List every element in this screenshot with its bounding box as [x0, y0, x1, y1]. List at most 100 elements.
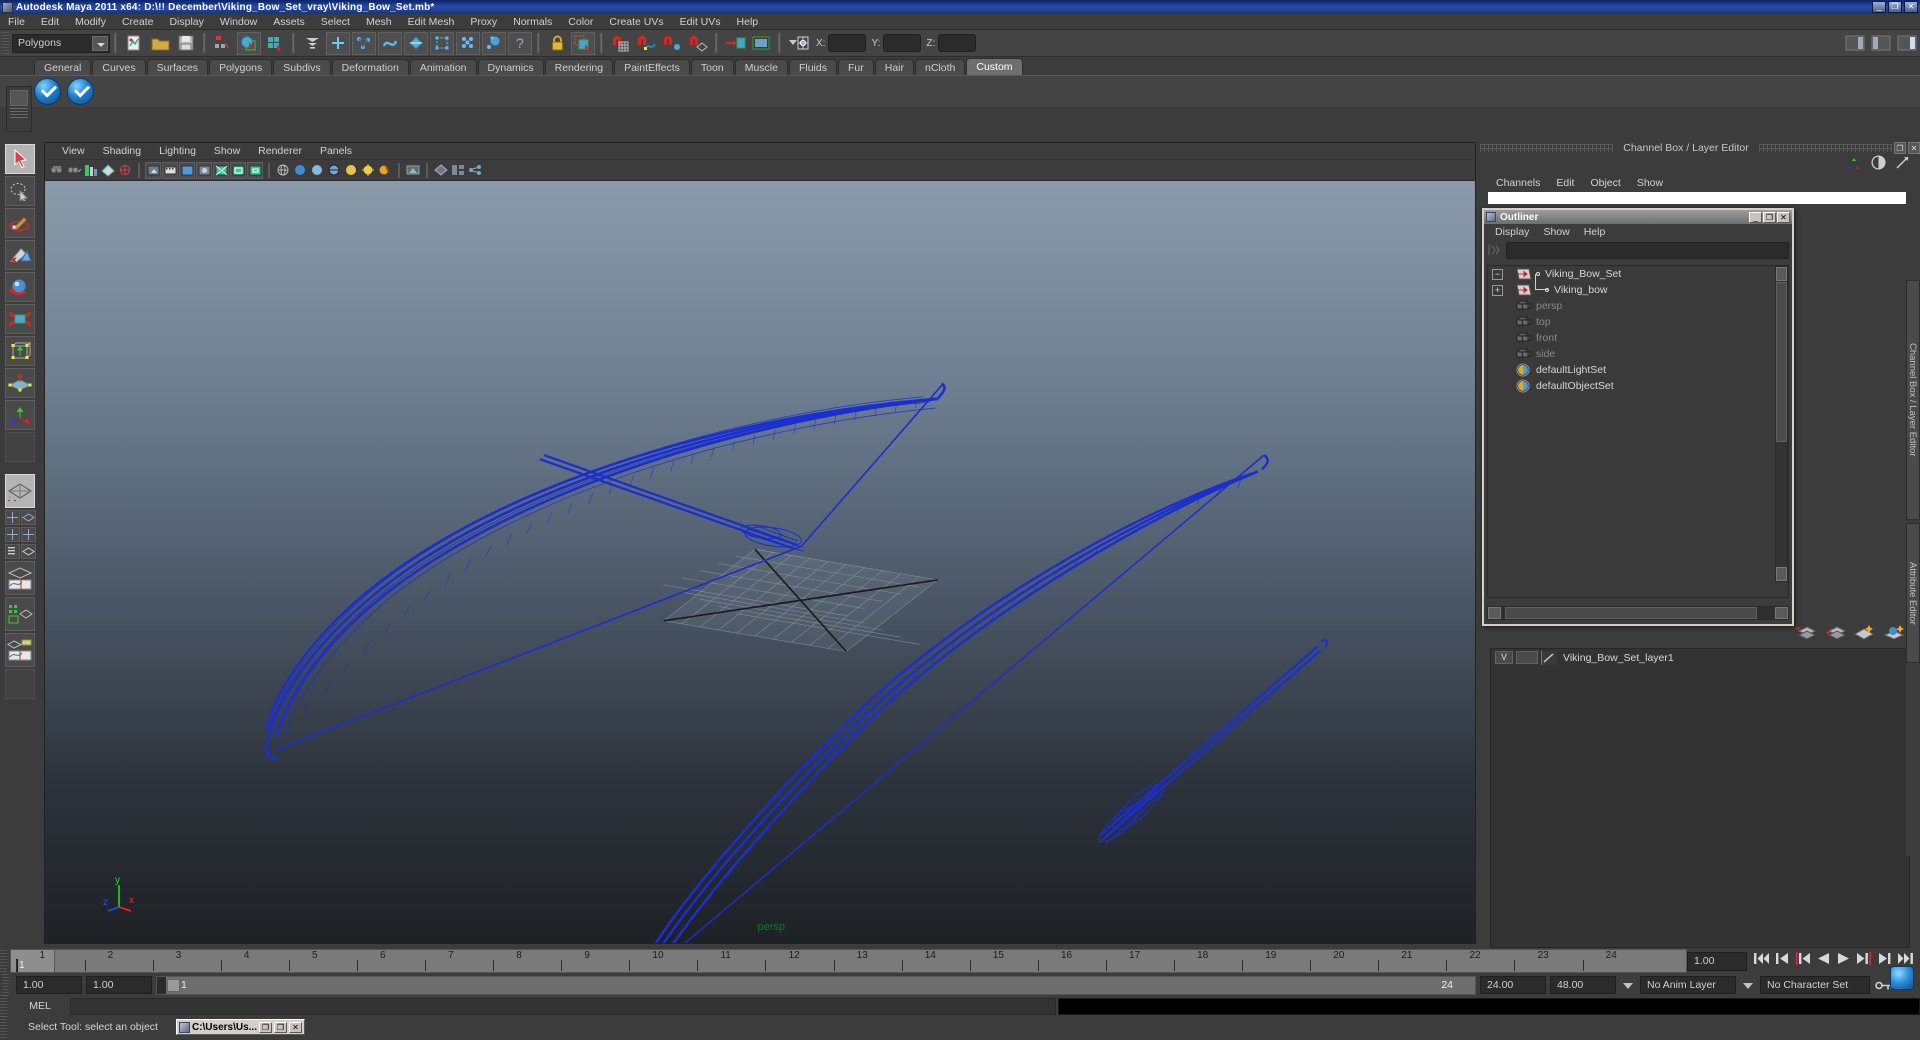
persp-graph-editor-layout[interactable] — [5, 561, 35, 595]
outliner-row-viking-bow[interactable]: + Viking_bow — [1488, 274, 1788, 298]
shelf-tab-animation[interactable]: Animation — [409, 59, 477, 75]
channel-menu-show[interactable]: Show — [1629, 177, 1671, 189]
channel-box-icon[interactable] — [1871, 155, 1886, 175]
viewport-3d-canvas[interactable]: y x z persp — [45, 181, 1475, 943]
resolution-gate-icon[interactable] — [179, 161, 195, 179]
shelf-tab-fluids[interactable]: Fluids — [788, 59, 837, 75]
outliner-search-input[interactable] — [1506, 241, 1789, 259]
snap-to-nothing-icon[interactable] — [571, 31, 595, 55]
outliner-row-viking-bow-set[interactable]: − Viking_Bow_Set — [1488, 266, 1788, 282]
anim-layer-dropdown-icon[interactable] — [1620, 977, 1636, 994]
outliner-expander[interactable]: − — [1492, 268, 1503, 280]
scroll-left-arrow-icon[interactable] — [1488, 607, 1501, 619]
layer-visibility-toggle[interactable]: V — [1495, 651, 1513, 664]
xray-icon[interactable] — [405, 162, 421, 179]
layer-name[interactable]: Viking_Bow_Set_layer1 — [1563, 652, 1674, 664]
select-mask-all-icon[interactable] — [300, 32, 324, 55]
shadows-icon[interactable] — [377, 162, 393, 179]
range-drag-handle[interactable] — [167, 978, 180, 992]
safe-action-icon[interactable] — [230, 161, 246, 179]
outliner-horizontal-scrollbar[interactable] — [1487, 606, 1789, 620]
select-subdivs-icon[interactable] — [430, 31, 454, 55]
coord-y-field[interactable] — [883, 34, 922, 52]
select-particles-icon[interactable] — [456, 31, 480, 55]
shelf-tab-dynamics[interactable]: Dynamics — [477, 59, 544, 75]
persp-graph-outliner-layout[interactable] — [5, 633, 35, 667]
menu-create[interactable]: Create — [114, 14, 162, 30]
lock-icon[interactable] — [545, 32, 569, 55]
outliner-row-default-object-set[interactable]: defaultObjectSet — [1488, 378, 1788, 394]
shelf-tab-muscle[interactable]: Muscle — [734, 59, 788, 75]
shelf-tab-deformation[interactable]: Deformation — [331, 59, 409, 75]
panel-share-icon[interactable] — [467, 162, 483, 179]
shelf-tab-general[interactable]: General — [34, 59, 92, 75]
channel-box-name-field[interactable] — [1488, 192, 1906, 204]
viewport-menu-lighting[interactable]: Lighting — [150, 143, 205, 160]
panel-layout-icon[interactable] — [450, 162, 466, 179]
menu-file[interactable]: File — [0, 14, 33, 30]
viewport-menu-show[interactable]: Show — [205, 143, 249, 160]
shelf-tab-painteffects[interactable]: PaintEffects — [614, 59, 690, 75]
select-camera-icon[interactable] — [49, 162, 65, 179]
menu-mesh[interactable]: Mesh — [358, 14, 400, 30]
show-hide-attribute-editor-icon[interactable] — [1843, 32, 1867, 55]
select-polygons-icon[interactable] — [404, 31, 428, 55]
scroll-track-horizontal[interactable] — [1501, 607, 1775, 619]
shelf-tab-toon[interactable]: Toon — [690, 59, 734, 75]
save-scene-icon[interactable] — [174, 32, 198, 55]
select-surfaces-icon[interactable] — [378, 31, 402, 55]
show-manipulator-tool[interactable] — [5, 400, 35, 430]
snap-to-curve-icon[interactable] — [634, 32, 658, 55]
layer-color-swatch[interactable] — [1541, 650, 1557, 665]
outliner-close-button[interactable]: ✕ — [1777, 211, 1790, 223]
show-hide-tool-settings-icon[interactable] — [1869, 32, 1893, 55]
range-end-field[interactable]: 24.00 — [1480, 976, 1546, 994]
layer-playback-toggle[interactable] — [1516, 651, 1538, 664]
shelf-tab-ncloth[interactable]: nCloth — [915, 59, 966, 75]
command-language-label[interactable]: MEL — [10, 1000, 70, 1012]
minimize-button[interactable]: _ — [1872, 1, 1886, 13]
new-layer-from-selected-icon[interactable] — [1883, 623, 1906, 645]
outliner-menu-show[interactable]: Show — [1536, 226, 1576, 238]
outliner-filter-icon[interactable] — [1487, 242, 1503, 258]
anim-end-field[interactable]: 48.00 — [1550, 976, 1616, 994]
menu-help[interactable]: Help — [729, 14, 767, 30]
flat-shade-icon[interactable] — [309, 162, 325, 179]
range-slider-gripper[interactable] — [2, 974, 9, 996]
play-backwards-icon[interactable] — [1816, 951, 1831, 971]
lasso-tool[interactable] — [5, 176, 35, 206]
menu-color[interactable]: Color — [560, 14, 601, 30]
step-back-frame-icon[interactable] — [1775, 951, 1790, 971]
scale-tool[interactable] — [5, 304, 35, 334]
menu-display[interactable]: Display — [161, 14, 211, 30]
console-close-button[interactable]: ✕ — [289, 1021, 302, 1033]
coord-z-field[interactable] — [938, 34, 977, 52]
shelf-tab-rendering[interactable]: Rendering — [544, 59, 614, 75]
viewport-menu-view[interactable]: View — [53, 143, 94, 160]
close-button[interactable]: ✕ — [1904, 1, 1918, 13]
console-restore-button[interactable]: ❐ — [259, 1021, 272, 1033]
command-line-gripper[interactable] — [0, 995, 7, 1017]
show-hide-channel-box-icon[interactable] — [1895, 32, 1919, 55]
grid-toggle-icon[interactable] — [145, 161, 161, 179]
go-to-start-icon[interactable] — [1753, 951, 1770, 971]
shelf-tab-hair[interactable]: Hair — [874, 59, 914, 75]
help-assistant-icon[interactable] — [1890, 966, 1914, 990]
two-pane-layout[interactable] — [4, 527, 20, 542]
outliner-row-side[interactable]: side — [1488, 346, 1788, 362]
shaded-wireframe-icon[interactable] — [326, 162, 342, 179]
shelf-tab-menu-icon[interactable] — [10, 90, 28, 106]
shelf-tab-fur[interactable]: Fur — [837, 59, 874, 75]
outliner-row-top[interactable]: top — [1488, 314, 1788, 330]
four-view-layout[interactable] — [4, 510, 20, 525]
camera-attributes-icon[interactable] — [66, 162, 82, 179]
step-forward-key-icon[interactable] — [1856, 951, 1872, 971]
menu-set-selector[interactable]: Polygons — [12, 33, 110, 53]
menu-window[interactable]: Window — [212, 14, 265, 30]
scroll-thumb-vertical[interactable] — [1776, 282, 1787, 442]
time-slider[interactable]: 1 1 2 3 4 5 6 7 8 9 10 11 12 13 14 15 16 17 18 19 20 21 22 23 2… — [10, 949, 1687, 973]
help-line-gripper[interactable] — [0, 1016, 7, 1038]
channel-box-undock-button[interactable]: ❐ — [1894, 142, 1906, 154]
play-forwards-icon[interactable] — [1836, 951, 1851, 971]
anim-layer-selector[interactable]: No Anim Layer — [1640, 976, 1736, 994]
